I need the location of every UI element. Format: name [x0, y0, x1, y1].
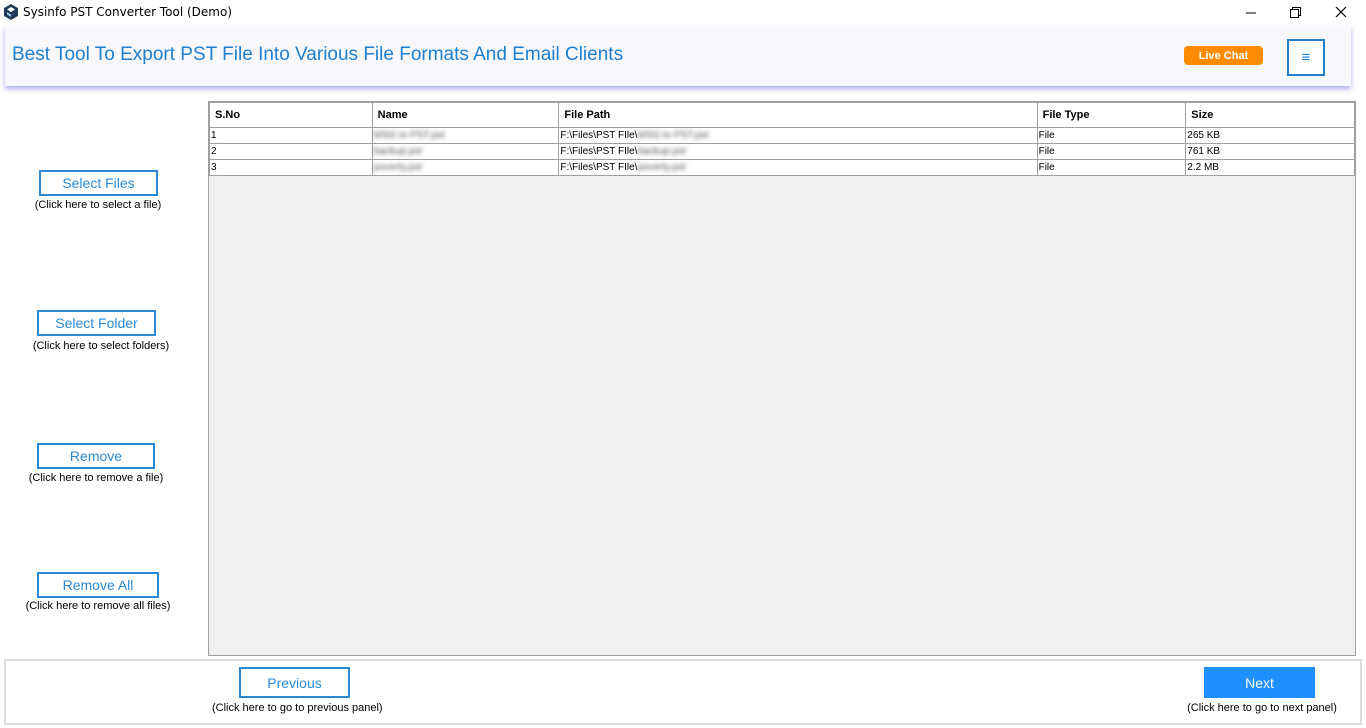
page-title: Best Tool To Export PST File Into Variou… — [12, 44, 624, 65]
cell-size: 265 KB — [1185, 127, 1355, 144]
close-button[interactable] — [1318, 0, 1364, 24]
path-file: backup.pst — [637, 146, 686, 157]
cell-file-type: File — [1036, 143, 1187, 160]
file-name: poverty.pst — [373, 162, 422, 173]
column-header-file-path[interactable]: File Path — [558, 102, 1038, 128]
title-bar: Sysinfo PST Converter Tool (Demo) — [0, 0, 1366, 24]
cell-size: 761 KB — [1185, 143, 1355, 160]
table-header-row: S.No Name File Path File Type Size — [209, 102, 1355, 128]
path-prefix: F:\Files\PST FIle\ — [560, 146, 638, 157]
table-row[interactable]: 3 poverty.pst F:\Files\PST FIle\poverty.… — [209, 159, 1355, 176]
remove-hint: (Click here to remove a file) — [28, 472, 164, 484]
remove-all-button[interactable]: Remove All — [37, 572, 159, 598]
window-title: Sysinfo PST Converter Tool (Demo) — [23, 5, 233, 19]
live-chat-button[interactable]: Live Chat — [1184, 46, 1263, 65]
select-folder-hint: (Click here to select folders) — [32, 340, 170, 352]
remove-button[interactable]: Remove — [37, 443, 155, 469]
previous-hint: (Click here to go to previous panel) — [212, 702, 383, 714]
cell-name: MSG to PST.pst — [371, 127, 560, 144]
restore-icon — [1289, 6, 1301, 18]
app-logo-icon — [4, 4, 18, 20]
restore-button[interactable] — [1272, 0, 1318, 24]
remove-all-hint: (Click here to remove all files) — [25, 600, 171, 612]
cell-file-type: File — [1036, 127, 1187, 144]
minimize-button[interactable] — [1228, 0, 1274, 24]
next-hint: (Click here to go to next panel) — [1187, 702, 1337, 714]
cell-sno: 2 — [209, 143, 373, 160]
cell-file-path: F:\Files\PST FIle\poverty.pst — [558, 159, 1038, 176]
path-prefix: F:\Files\PST FIle\ — [560, 162, 638, 173]
select-files-hint: (Click here to select a file) — [34, 199, 162, 211]
table-row[interactable]: 1 MSG to PST.pst F:\Files\PST FIle\MSG t… — [209, 127, 1355, 144]
footer-panel: Previous (Click here to go to previous p… — [4, 659, 1362, 725]
file-name: backup.pst — [373, 146, 423, 157]
path-file: MSG to PST.pst — [637, 130, 709, 141]
close-icon — [1335, 6, 1347, 18]
column-header-file-type[interactable]: File Type — [1036, 102, 1187, 128]
minimize-icon — [1245, 12, 1256, 13]
select-files-button[interactable]: Select Files — [39, 170, 158, 196]
select-folder-button[interactable]: Select Folder — [37, 310, 156, 336]
cell-size: 2.2 MB — [1185, 159, 1355, 176]
cell-file-path: F:\Files\PST FIle\backup.pst — [558, 143, 1038, 160]
column-header-size[interactable]: Size — [1185, 102, 1355, 128]
menu-button[interactable]: ≡ — [1287, 39, 1325, 76]
next-button[interactable]: Next — [1204, 667, 1315, 698]
file-name: MSG to PST.pst — [373, 130, 445, 141]
cell-sno: 3 — [209, 159, 373, 176]
file-table: S.No Name File Path File Type Size 1 MSG… — [209, 102, 1355, 176]
path-file: poverty.pst — [637, 162, 686, 173]
cell-sno: 1 — [209, 127, 373, 144]
cell-file-type: File — [1036, 159, 1187, 176]
hamburger-icon: ≡ — [1301, 49, 1311, 66]
path-prefix: F:\Files\PST FIle\ — [560, 130, 638, 141]
column-header-name[interactable]: Name — [371, 102, 560, 128]
cell-name: backup.pst — [371, 143, 560, 160]
cell-file-path: F:\Files\PST FIle\MSG to PST.pst — [558, 127, 1038, 144]
table-row[interactable]: 2 backup.pst F:\Files\PST FIle\backup.ps… — [209, 143, 1355, 160]
column-header-sno[interactable]: S.No — [209, 102, 373, 128]
header-banner: Best Tool To Export PST File Into Variou… — [5, 26, 1351, 86]
cell-name: poverty.pst — [371, 159, 560, 176]
file-list-grid[interactable]: S.No Name File Path File Type Size 1 MSG… — [208, 101, 1356, 656]
previous-button[interactable]: Previous — [239, 667, 350, 698]
